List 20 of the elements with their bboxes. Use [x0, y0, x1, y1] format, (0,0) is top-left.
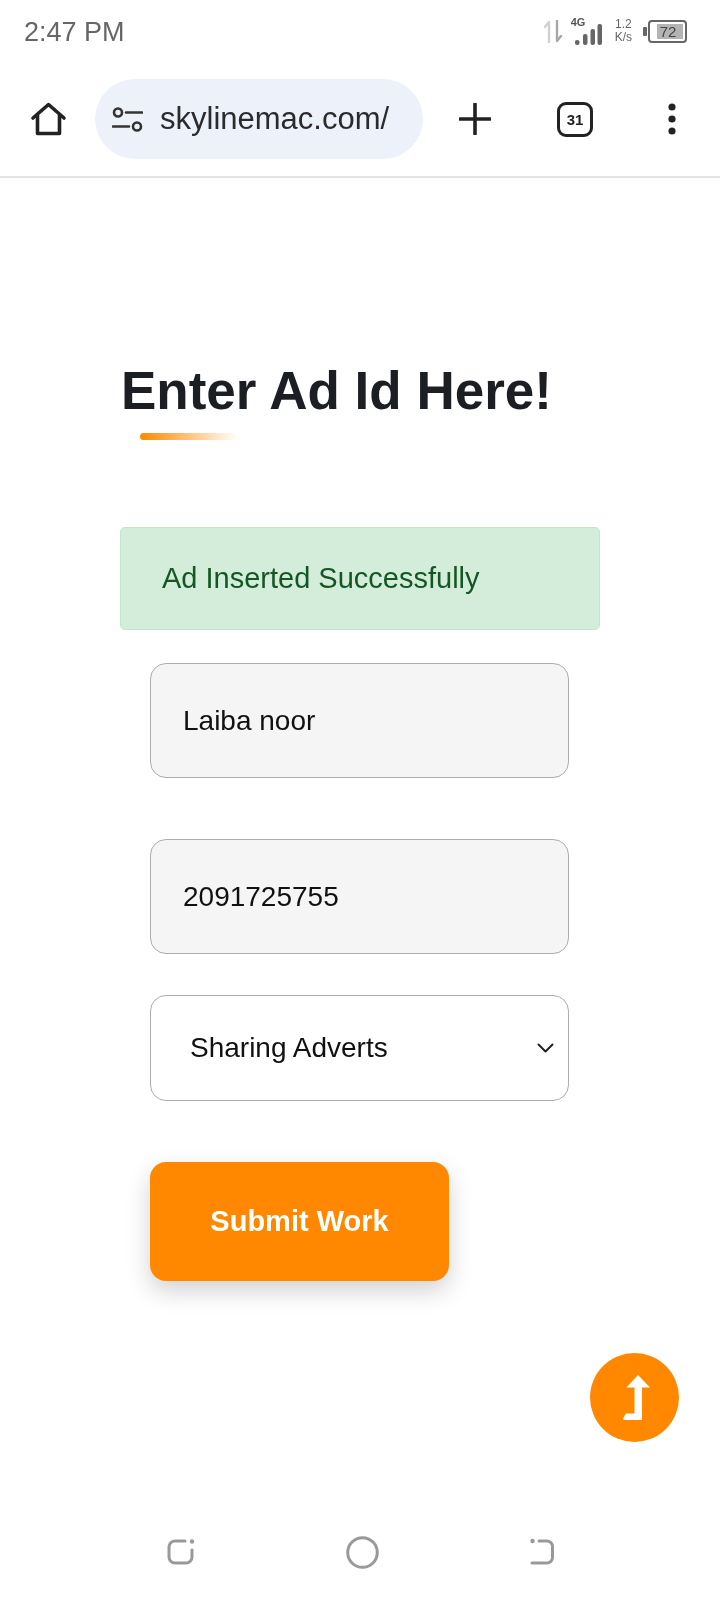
success-alert: Ad Inserted Successfully: [120, 527, 600, 630]
text-input[interactable]: Laiba noor: [150, 663, 569, 778]
home-circle-icon[interactable]: [345, 1535, 379, 1569]
tab-count-button[interactable]: 31: [557, 101, 593, 137]
address-bar[interactable]: skylinemac.com/: [95, 79, 423, 159]
dropdown-select[interactable]: Sharing Adverts: [150, 995, 569, 1101]
network-speed-unit: K/s: [614, 31, 632, 44]
text-input[interactable]: 2091725755: [150, 839, 569, 954]
back-icon[interactable]: [528, 1538, 555, 1566]
sliders-icon[interactable]: [112, 106, 143, 132]
battery-indicator: 72: [643, 19, 687, 43]
network-speed-value: 1.2: [615, 18, 632, 31]
new-tab-plus-icon[interactable]: [459, 103, 491, 135]
network-type-text: 4G: [570, 17, 586, 28]
recent-apps-icon[interactable]: [165, 1538, 196, 1566]
chevron-down-icon: [537, 1043, 554, 1053]
page-heading: Enter Ad Id Here!: [121, 360, 552, 422]
home-icon[interactable]: [30, 101, 67, 137]
more-menu-icon[interactable]: [668, 103, 676, 135]
status-time: 2:47 PM: [24, 17, 125, 48]
